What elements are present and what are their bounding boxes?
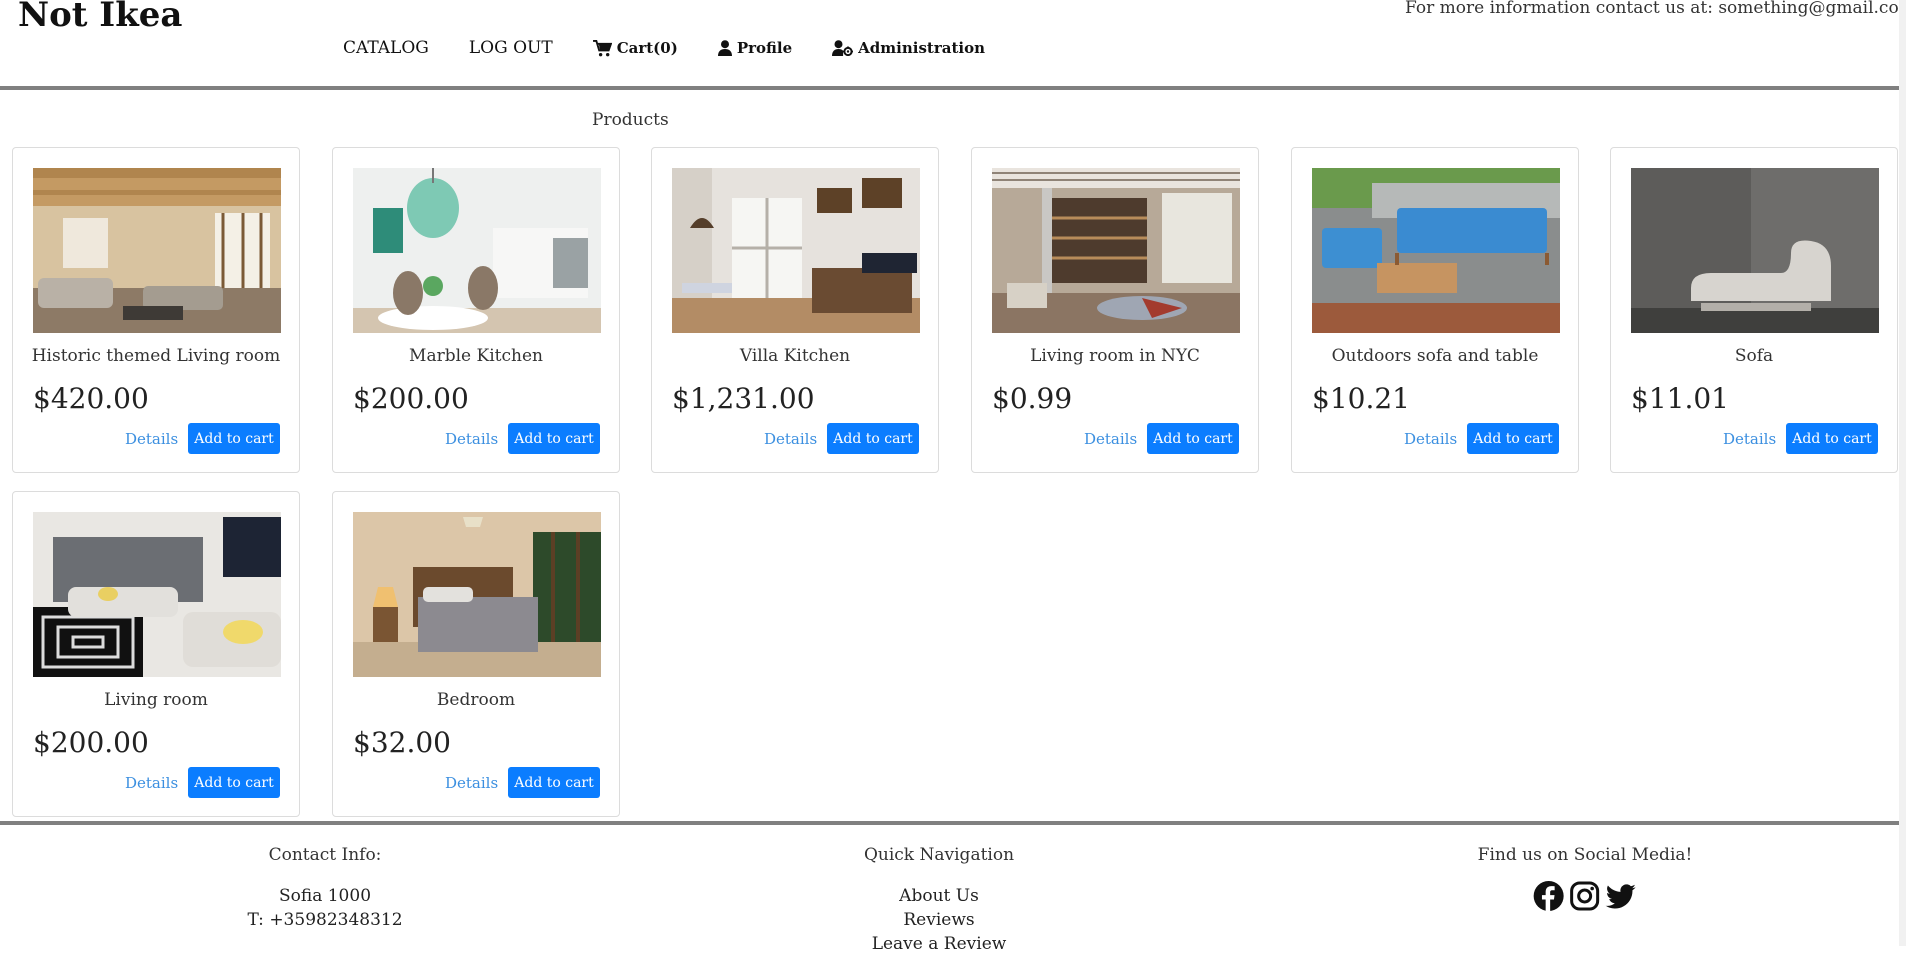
footer-divider: [0, 821, 1900, 825]
details-link[interactable]: Details: [445, 430, 498, 448]
details-link[interactable]: Details: [445, 774, 498, 792]
product-card: Historic themed Living room $420.00 Deta…: [12, 147, 300, 473]
header-divider: [0, 86, 1900, 90]
details-link[interactable]: Details: [1723, 430, 1776, 448]
social-icons: [1478, 880, 1693, 916]
add-to-cart-button[interactable]: Add to cart: [508, 767, 600, 798]
main-nav: CATALOG LOG OUT Cart(0) Profile Administ…: [343, 38, 985, 58]
add-to-cart-button[interactable]: Add to cart: [1467, 423, 1559, 454]
add-to-cart-button[interactable]: Add to cart: [1786, 423, 1878, 454]
nav-cart-label: Cart(0): [616, 39, 678, 57]
product-image[interactable]: [1312, 168, 1560, 333]
product-card: Villa Kitchen $1,231.00 Details Add to c…: [651, 147, 939, 473]
facebook-icon[interactable]: [1533, 880, 1565, 916]
footer-social-heading: Find us on Social Media!: [1477, 845, 1693, 865]
footer-phone: T: +35982348312: [247, 910, 403, 930]
add-to-cart-button[interactable]: Add to cart: [508, 423, 600, 454]
twitter-icon[interactable]: [1605, 880, 1637, 916]
product-price: $11.01: [1631, 382, 1729, 415]
nav-logout[interactable]: LOG OUT: [469, 38, 553, 58]
add-to-cart-button[interactable]: Add to cart: [188, 767, 280, 798]
product-price: $200.00: [33, 726, 149, 759]
page-scrollbar[interactable]: [1899, 0, 1906, 946]
user-cog-icon: [832, 40, 854, 56]
cart-icon: [592, 39, 612, 57]
nav-logout-label: LOG OUT: [468, 38, 553, 58]
footer-contact-heading: Contact Info:: [268, 845, 382, 865]
details-link[interactable]: Details: [1404, 430, 1457, 448]
products-heading: Products: [592, 110, 669, 130]
product-image[interactable]: [33, 512, 281, 677]
product-card: Outdoors sofa and table $10.21 Details A…: [1291, 147, 1579, 473]
product-card: Sofa $11.01 Details Add to cart: [1610, 147, 1898, 473]
details-link[interactable]: Details: [125, 774, 178, 792]
nav-administration-label: Administration: [858, 39, 985, 57]
product-name: Living room: [104, 690, 208, 710]
footer-contact: Contact Info: Sofia 1000 T: +35982348312: [247, 845, 402, 932]
product-name: Outdoors sofa and table: [1331, 346, 1539, 366]
add-to-cart-button[interactable]: Add to cart: [827, 423, 919, 454]
product-card: Living room in NYC $0.99 Details Add to …: [971, 147, 1259, 473]
product-name: Historic themed Living room: [31, 346, 281, 366]
product-price: $420.00: [33, 382, 149, 415]
details-link[interactable]: Details: [764, 430, 817, 448]
instagram-icon[interactable]: [1569, 880, 1601, 916]
product-price: $32.00: [353, 726, 451, 759]
nav-catalog[interactable]: CATALOG: [343, 38, 429, 58]
nav-cart[interactable]: Cart(0): [592, 39, 678, 57]
nav-profile-label: Profile: [736, 39, 793, 57]
details-link[interactable]: Details: [125, 430, 178, 448]
details-link[interactable]: Details: [1084, 430, 1137, 448]
product-name: Living room in NYC: [1030, 346, 1200, 366]
footer-quick-nav-heading: Quick Navigation: [863, 845, 1015, 865]
footer-link-leave-review[interactable]: Leave a Review: [864, 932, 1014, 956]
product-image[interactable]: [992, 168, 1240, 333]
footer-link-about[interactable]: About Us: [864, 884, 1014, 908]
footer-quick-nav: Quick Navigation About Us Reviews Leave …: [864, 845, 1014, 956]
product-name: Marble Kitchen: [409, 346, 543, 366]
product-price: $200.00: [353, 382, 469, 415]
product-card: Bedroom $32.00 Details Add to cart: [332, 491, 620, 817]
product-price: $1,231.00: [672, 382, 815, 415]
site-logo[interactable]: Not Ikea: [18, 0, 182, 35]
product-name: Villa Kitchen: [739, 346, 851, 366]
contact-info-text: For more information contact us at: some…: [1405, 0, 1906, 18]
footer-link-reviews[interactable]: Reviews: [864, 908, 1014, 932]
nav-administration[interactable]: Administration: [832, 39, 985, 57]
footer-social: Find us on Social Media!: [1477, 845, 1693, 916]
product-name: Sofa: [1734, 346, 1774, 366]
footer-address: Sofia 1000: [278, 886, 372, 906]
product-card: Marble Kitchen $200.00 Details Add to ca…: [332, 147, 620, 473]
user-icon: [717, 40, 732, 56]
product-card: Living room $200.00 Details Add to cart: [12, 491, 300, 817]
add-to-cart-button[interactable]: Add to cart: [188, 423, 280, 454]
product-image[interactable]: [672, 168, 920, 333]
product-image[interactable]: [33, 168, 281, 333]
product-image[interactable]: [353, 168, 601, 333]
nav-profile[interactable]: Profile: [717, 39, 793, 57]
product-price: $10.21: [1312, 382, 1410, 415]
nav-catalog-label: CATALOG: [343, 38, 429, 58]
product-price: $0.99: [992, 382, 1073, 415]
product-name: Bedroom: [436, 690, 516, 710]
product-image[interactable]: [1631, 168, 1879, 333]
add-to-cart-button[interactable]: Add to cart: [1147, 423, 1239, 454]
product-image[interactable]: [353, 512, 601, 677]
